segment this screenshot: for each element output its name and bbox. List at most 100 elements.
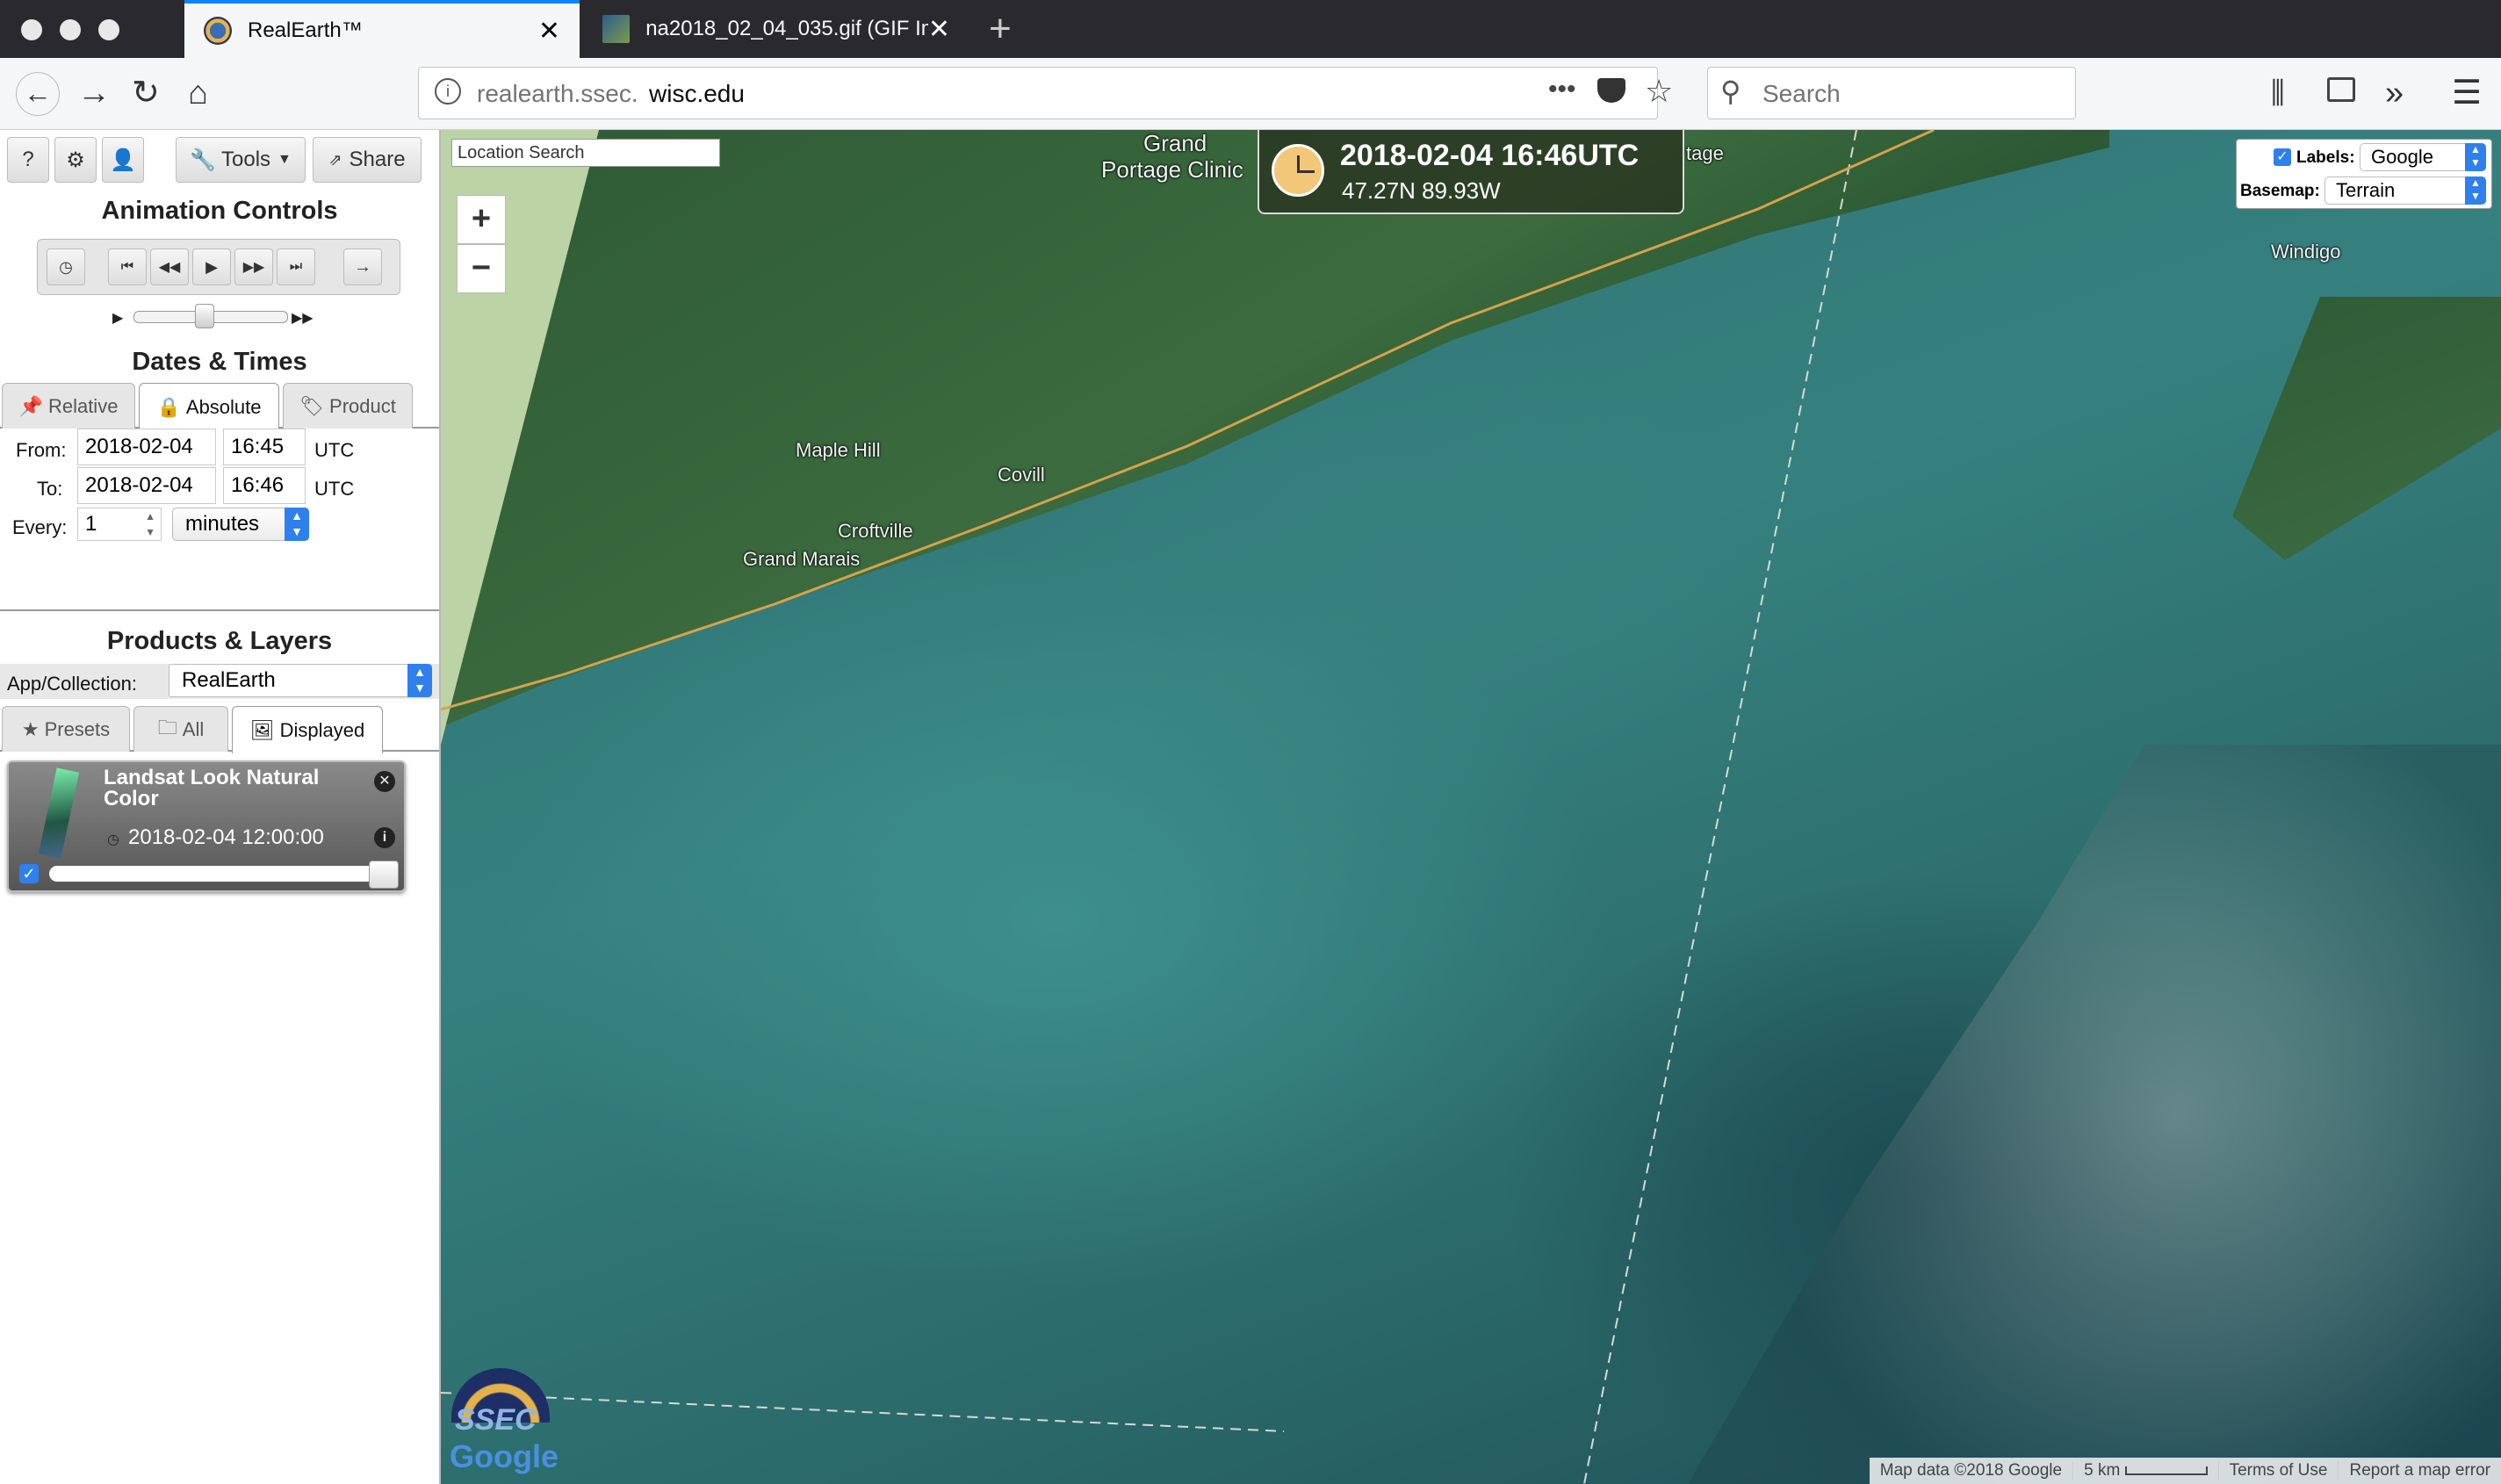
tab-relative-label: Relative xyxy=(47,394,119,417)
tag-icon: 🏷 xyxy=(299,394,325,417)
scale-line xyxy=(2124,1466,2208,1475)
products-tabs: ★ Presets 🗀 All 🖼 Displayed xyxy=(0,706,439,753)
tab-realearth[interactable]: RealEarth™ ✕ xyxy=(184,0,580,58)
back-icon[interactable]: ← xyxy=(16,72,60,116)
select-arrows-icon: ▲ ▼ xyxy=(407,664,432,697)
tab-gif-image[interactable]: na2018_02_04_035.gif (GIF Ima ✕ xyxy=(583,0,969,58)
every-unit-select[interactable]: minutes ▲ ▼ xyxy=(172,508,309,541)
ssec-google-logo: SSEC Google xyxy=(448,1368,559,1477)
star-icon[interactable]: ☆ xyxy=(1645,73,1673,110)
url-domain: wisc.edu xyxy=(649,80,745,107)
labels-label: Labels: xyxy=(2296,148,2355,167)
close-tab-icon[interactable]: ✕ xyxy=(538,16,560,47)
url-bar[interactable]: i realearth.ssec. wisc.edu ••• ☆ xyxy=(418,67,1673,119)
new-tab-button[interactable]: + xyxy=(989,7,1012,51)
zoom-in-button[interactable]: + xyxy=(457,195,506,244)
place-maple-hill: Maple Hill xyxy=(796,439,881,461)
to-label: To: xyxy=(37,478,63,500)
scale-label: 5 km xyxy=(2084,1461,2121,1480)
tab-absolute[interactable]: 🔒 Absolute xyxy=(139,383,279,430)
overflow-icon[interactable]: » xyxy=(2385,76,2404,111)
share-button[interactable]: ⇗ Share xyxy=(313,137,422,183)
menu-icon[interactable]: ☰ xyxy=(2452,76,2482,111)
play-button[interactable]: ▶ xyxy=(192,249,231,285)
info-icon[interactable]: i xyxy=(435,78,461,104)
labels-checkbox[interactable]: ✓ xyxy=(2274,148,2291,166)
layer-visible-checkbox[interactable]: ✓ xyxy=(19,864,39,883)
library-icon[interactable]: ⫼ xyxy=(2271,76,2285,111)
search-bar[interactable]: ⚲ Search xyxy=(1707,67,2076,119)
chevron-down-icon: ▼ xyxy=(277,152,292,167)
tab-relative[interactable]: 📌 Relative xyxy=(2,383,135,429)
tab-product[interactable]: 🏷 Product xyxy=(283,383,413,429)
to-date-field[interactable]: 2018-02-04 xyxy=(77,467,216,504)
collection-label: App/Collection: xyxy=(7,673,137,695)
basemap-select[interactable]: Terrain ▲ ▼ xyxy=(2324,176,2486,205)
first-frame-button[interactable]: ⏮ xyxy=(108,249,147,285)
stepper-arrows-icon[interactable]: ▲ ▼ xyxy=(145,508,155,540)
sidebar-icon[interactable] xyxy=(2327,77,2355,102)
minimize-window-button[interactable] xyxy=(60,19,81,40)
image-favicon-icon xyxy=(602,15,631,43)
dates-tabs: 📌 Relative 🔒 Absolute 🏷 Product xyxy=(0,383,439,430)
loop-button[interactable]: → xyxy=(343,249,382,285)
terms-of-use-link[interactable]: Terms of Use xyxy=(2217,1461,2339,1480)
maximize-window-button[interactable] xyxy=(98,19,119,40)
tab-product-label: Product xyxy=(329,394,396,417)
from-date-field[interactable]: 2018-02-04 xyxy=(77,429,216,465)
forward-icon[interactable]: → xyxy=(77,76,111,111)
tools-label: Tools xyxy=(221,148,271,171)
user-button[interactable]: 👤 xyxy=(102,137,144,183)
opacity-slider[interactable] xyxy=(49,866,397,882)
close-tab-icon[interactable]: ✕ xyxy=(928,14,950,45)
every-value-stepper[interactable]: 1 ▲ ▼ xyxy=(77,508,162,541)
close-icon[interactable]: ✕ xyxy=(374,771,395,792)
tab-displayed[interactable]: 🖼 Displayed xyxy=(232,706,383,753)
opacity-slider-handle[interactable] xyxy=(369,861,399,889)
reload-icon[interactable]: ↻ xyxy=(132,76,160,111)
location-search-input[interactable]: Location Search xyxy=(451,139,720,167)
collection-select[interactable]: RealEarth ▲ ▼ xyxy=(169,664,432,697)
logo-ssec-text: SSEC xyxy=(455,1403,537,1437)
pin-icon: 📌 xyxy=(18,394,43,417)
speed-slider-handle[interactable] xyxy=(195,304,214,328)
clock-hand xyxy=(1297,170,1315,173)
tab-presets[interactable]: ★ Presets xyxy=(2,706,130,752)
browser-tab-bar: RealEarth™ ✕ na2018_02_04_035.gif (GIF I… xyxy=(0,0,2501,58)
last-frame-button[interactable]: ⏭ xyxy=(277,249,315,285)
basemap-value: Terrain xyxy=(2336,179,2396,201)
step-back-button[interactable]: ◀◀ xyxy=(150,249,189,285)
help-button[interactable]: ? xyxy=(7,137,49,183)
labels-basemap-panel: ✓ Labels: Google ▲ ▼ Basemap: Terrain ▲ ▼ xyxy=(2236,139,2492,209)
report-map-error-link[interactable]: Report a map error xyxy=(2338,1461,2501,1480)
layer-thumbnail xyxy=(38,767,80,859)
tab-all-label: All xyxy=(182,717,205,740)
labels-select[interactable]: Google ▲ ▼ xyxy=(2360,143,2486,171)
close-window-button[interactable] xyxy=(21,19,42,40)
info-icon[interactable]: i xyxy=(374,827,395,848)
map-view[interactable]: Location Search + − Grand Portage Clinic… xyxy=(441,130,2501,1484)
to-time-field[interactable]: 16:46 xyxy=(223,467,306,504)
layer-name: Landsat Look Natural Color xyxy=(104,766,320,810)
lock-icon: 🔒 xyxy=(156,395,181,418)
clock-button[interactable]: ◷ xyxy=(47,249,85,285)
place-windigo: Windigo xyxy=(2271,241,2341,263)
zoom-out-button[interactable]: − xyxy=(457,244,506,293)
from-time-field[interactable]: 16:45 xyxy=(223,429,306,465)
tools-button[interactable]: 🔧 Tools ▼ xyxy=(176,137,306,183)
tab-all[interactable]: 🗀 All xyxy=(133,706,228,752)
pocket-icon[interactable] xyxy=(1597,78,1625,103)
settings-button[interactable]: ⚙ xyxy=(54,137,97,183)
speed-fast-icon: ▶▶ xyxy=(292,311,314,326)
navigation-bar: ← → ↻ ⌂ i realearth.ssec. wisc.edu ••• ☆… xyxy=(0,58,2501,130)
more-icon[interactable]: ••• xyxy=(1548,75,1576,104)
dates-times-title: Dates & Times xyxy=(132,348,307,376)
coordinates: 47.27N 89.93W xyxy=(1342,177,1501,204)
time-display: 2018-02-04 16:46UTC 47.27N 89.93W xyxy=(1258,130,1684,214)
home-icon[interactable]: ⌂ xyxy=(188,76,208,111)
speed-slow-icon: ▶ xyxy=(112,311,124,326)
from-label: From: xyxy=(16,439,67,461)
search-placeholder: Search xyxy=(1762,80,1841,107)
step-forward-button[interactable]: ▶▶ xyxy=(234,249,273,285)
layer-card[interactable]: Landsat Look Natural Color ✕ ◷ 2018-02-0… xyxy=(7,760,406,892)
